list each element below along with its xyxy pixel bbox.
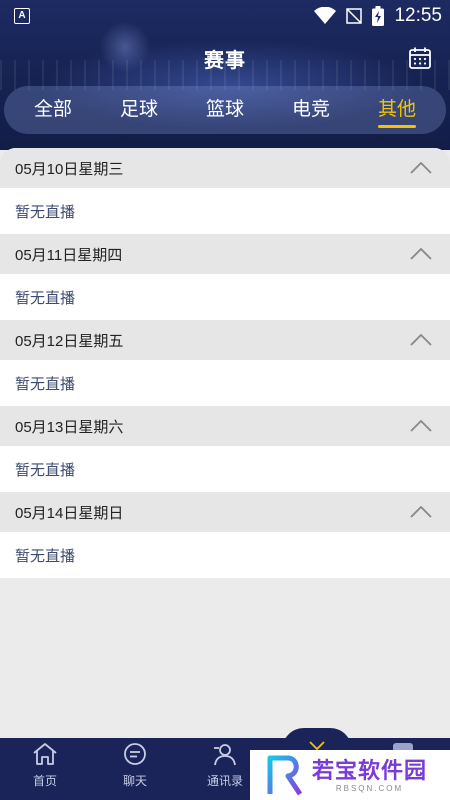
home-icon [33,743,57,765]
day-date: 05月10日星期三 [15,160,124,178]
watermark: 若宝软件园 RBSQN.COM [250,750,450,800]
no-live-text: 暂无直播 [15,375,76,393]
day-header[interactable]: 05月13日星期六 [0,406,450,446]
schedule-list: 05月10日星期三 暂无直播 05月11日星期四 暂无直播 05月12日星期五 … [0,148,450,738]
app-notification-icon: A [14,8,30,24]
no-live-text: 暂无直播 [15,289,76,307]
tab-basketball[interactable]: 篮球 [196,86,254,134]
day-date: 05月13日星期六 [15,418,124,436]
status-bar: A 12:55 [0,0,450,32]
tab-football[interactable]: 足球 [110,86,168,134]
day-header[interactable]: 05月10日星期三 [0,148,450,188]
page-title: 赛事 [204,50,246,72]
no-live-text: 暂无直播 [15,461,76,479]
tab-other[interactable]: 其他 [368,86,426,134]
no-live-text: 暂无直播 [15,203,76,221]
day-empty-row: 暂无直播 [0,274,450,320]
chat-icon [124,743,146,765]
day-date: 05月11日星期四 [15,246,123,264]
no-live-text: 暂无直播 [15,547,76,565]
day-empty-row: 暂无直播 [0,360,450,406]
day-header[interactable]: 05月14日星期日 [0,492,450,532]
status-time: 12:55 [394,5,442,26]
chevron-up-icon [410,420,432,432]
no-signal-icon [346,8,363,24]
contacts-icon [214,744,236,766]
calendar-button[interactable] [408,46,432,70]
calendar-icon [409,47,431,69]
chevron-up-icon [410,162,432,174]
watermark-text: 若宝软件园 RBSQN.COM [312,758,427,793]
chevron-up-icon [410,506,432,518]
nav-contacts-label: 通讯录 [206,774,243,788]
day-empty-row: 暂无直播 [0,532,450,578]
day-header[interactable]: 05月11日星期四 [0,234,450,274]
day-date: 05月14日星期日 [15,504,124,522]
chevron-up-icon [410,334,432,346]
nav-contacts[interactable]: 通讯录 [195,742,255,798]
battery-icon [372,6,385,26]
day-header[interactable]: 05月12日星期五 [0,320,450,360]
day-date: 05月12日星期五 [15,332,124,350]
nav-home-label: 首页 [32,774,57,788]
wifi-icon [314,7,337,24]
day-empty-row: 暂无直播 [0,188,450,234]
watermark-logo [267,755,303,796]
chevron-up-icon [410,248,432,260]
tab-esports[interactable]: 电竞 [282,86,340,134]
nav-chat[interactable]: 聊天 [105,742,165,798]
day-empty-row: 暂无直播 [0,446,450,492]
watermark-en: RBSQN.COM [335,783,404,793]
watermark-cn: 若宝软件园 [312,757,428,783]
nav-chat-label: 聊天 [122,774,147,788]
nav-home[interactable]: 首页 [15,742,75,798]
status-icons: 12:55 [314,5,442,27]
tab-all[interactable]: 全部 [24,86,82,134]
sport-tabs: 全部 足球 篮球 电竞 其他 [4,86,446,134]
